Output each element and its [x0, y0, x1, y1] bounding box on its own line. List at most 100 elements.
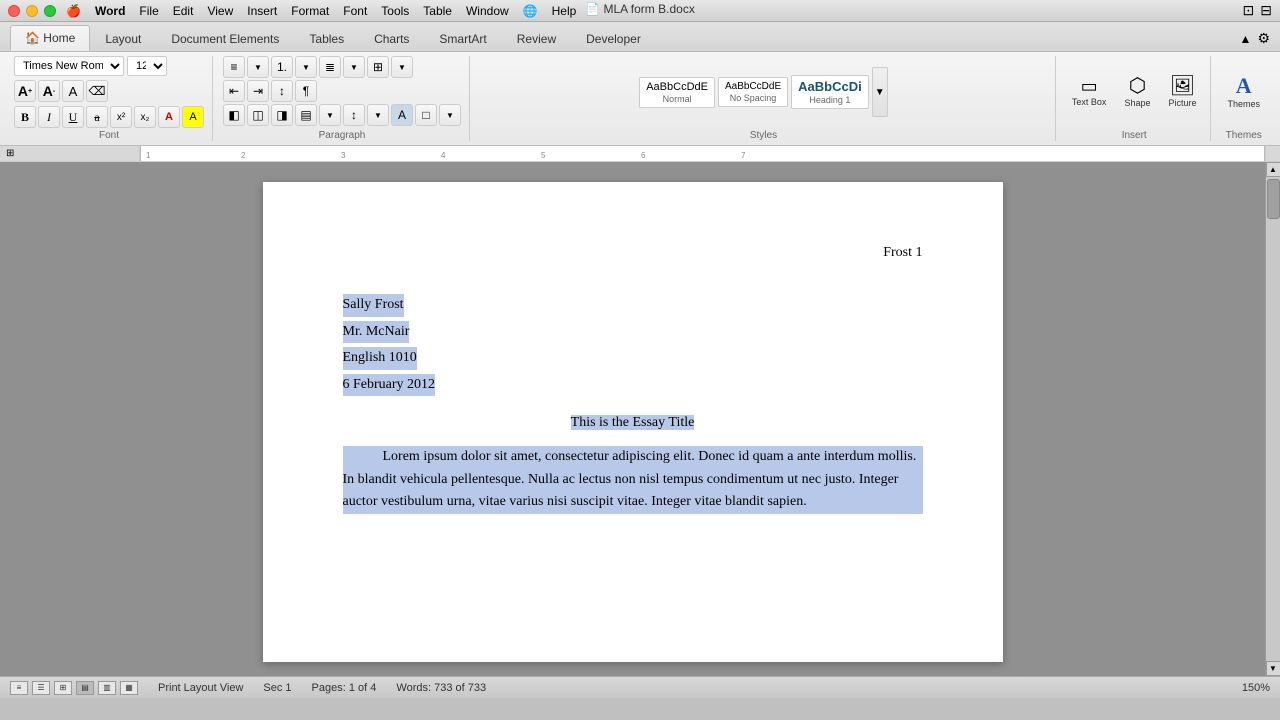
document-scroll[interactable]: Frost 1 Sally Frost Mr. McNair English 1… — [0, 162, 1265, 676]
menu-insert[interactable]: Insert — [247, 4, 277, 18]
styles-section-label: Styles — [750, 130, 777, 141]
border-button[interactable]: □ — [415, 104, 437, 126]
tab-home[interactable]: 🏠 🏠 Home Home — [10, 25, 90, 51]
italic-button[interactable]: I — [38, 106, 60, 128]
menu-globe[interactable]: 🌐 — [523, 4, 538, 18]
multilevel-button[interactable]: ≣ — [319, 56, 341, 78]
bold-button[interactable]: B — [14, 106, 36, 128]
tab-review[interactable]: Review — [502, 26, 571, 51]
font-color-button[interactable]: A — [158, 106, 180, 128]
align-right-button[interactable]: ◨ — [271, 104, 293, 126]
align-center-button[interactable]: ◫ — [247, 104, 269, 126]
screen-icon[interactable]: ⊟ — [1260, 2, 1272, 19]
vertical-scrollbar[interactable]: ▲ ▼ — [1265, 162, 1280, 676]
ribbon-section-font: Times New Roman 12 A+ A- A ⌫ B I U a — [6, 56, 213, 141]
tab-layout[interactable]: Layout — [90, 26, 156, 51]
view-icon-5[interactable]: ▦ — [120, 681, 138, 695]
title-bar: 🍎 Word File Edit View Insert Format Font… — [0, 0, 1280, 22]
highlight-button[interactable]: A — [182, 106, 204, 128]
menu-window[interactable]: Window — [466, 4, 509, 18]
menu-font[interactable]: Font — [343, 4, 367, 18]
subscript-button[interactable]: x₂ — [134, 106, 156, 128]
align-dropdown[interactable]: ▼ — [319, 104, 341, 126]
increase-indent-button[interactable]: ⇥ — [247, 80, 269, 102]
scroll-track[interactable] — [1266, 177, 1280, 661]
view-icon-3-print[interactable]: ▤ — [76, 681, 94, 695]
columns-dropdown[interactable]: ▼ — [391, 56, 413, 78]
themes-button[interactable]: A Themes — [1221, 72, 1266, 112]
sort-button[interactable]: ↕ — [271, 80, 293, 102]
tab-tables[interactable]: Tables — [294, 26, 359, 51]
style-normal[interactable]: AaBbCcDdE Normal — [639, 77, 715, 108]
menu-format[interactable]: Format — [291, 4, 329, 18]
tab-smartart[interactable]: SmartArt — [424, 26, 501, 51]
body-paragraph: Lorem ipsum dolor sit amet, consectetur … — [343, 446, 923, 513]
superscript-button[interactable]: x² — [110, 106, 132, 128]
tab-charts[interactable]: Charts — [359, 26, 424, 51]
fullscreen-icon[interactable]: ⊡ — [1243, 2, 1255, 19]
menu-tools[interactable]: Tools — [381, 4, 409, 18]
ribbon-settings-button[interactable]: ⚙ — [1257, 30, 1270, 47]
decrease-indent-button[interactable]: ⇤ — [223, 80, 245, 102]
status-bar: ≡ ☰ ⊞ ▤ ▥ ▦ Print Layout View Sec 1 Page… — [0, 676, 1280, 698]
justify-button[interactable]: ▤ — [295, 104, 317, 126]
font-section-label: Font — [99, 130, 119, 141]
section-label: Sec 1 — [263, 682, 291, 694]
tab-document-elements[interactable]: Document Elements — [156, 26, 294, 51]
pilcrow-button[interactable]: ¶ — [295, 80, 317, 102]
menu-word[interactable]: Word — [95, 4, 125, 18]
font-theme-button[interactable]: A — [62, 80, 84, 102]
scroll-up-button[interactable]: ▲ — [1266, 162, 1280, 177]
menu-edit[interactable]: Edit — [173, 4, 194, 18]
apple-menu[interactable]: 🍎 — [66, 4, 81, 18]
font-size-dropdown[interactable]: 12 — [127, 56, 167, 76]
text-box-button[interactable]: ▭ Text Box — [1066, 74, 1113, 110]
text-box-label: Text Box — [1072, 97, 1107, 107]
view-icon-1[interactable]: ☰ — [32, 681, 50, 695]
scroll-thumb[interactable] — [1267, 179, 1280, 219]
bullets-dropdown[interactable]: ▼ — [247, 56, 269, 78]
menu-table[interactable]: Table — [423, 4, 452, 18]
multilevel-dropdown[interactable]: ▼ — [343, 56, 365, 78]
essay-title-text: This is the Essay Title — [571, 415, 695, 430]
shading-button[interactable]: A — [391, 104, 413, 126]
maximize-button[interactable] — [44, 5, 56, 17]
font-name-dropdown[interactable]: Times New Roman — [14, 56, 124, 76]
strikethrough-button[interactable]: a — [86, 106, 108, 128]
styles-more-button[interactable]: ▼ — [872, 67, 888, 117]
view-icon-2[interactable]: ⊞ — [54, 681, 72, 695]
menu-file[interactable]: File — [139, 4, 158, 18]
close-button[interactable] — [8, 5, 20, 17]
numbering-button[interactable]: 1. — [271, 56, 293, 78]
columns-button[interactable]: ⊞ — [367, 56, 389, 78]
font-size-adjust-row: A+ A- A ⌫ — [14, 80, 108, 102]
font-controls-top: Times New Roman 12 — [14, 56, 167, 76]
border-dropdown[interactable]: ▼ — [439, 104, 461, 126]
minimize-button[interactable] — [26, 5, 38, 17]
view-icon-0[interactable]: ≡ — [10, 681, 28, 695]
menu-help[interactable]: Help — [552, 4, 577, 18]
numbering-dropdown[interactable]: ▼ — [295, 56, 317, 78]
bullets-button[interactable]: ≡ — [223, 56, 245, 78]
ruler-options-button[interactable]: ⊞ — [6, 148, 14, 159]
style-heading1[interactable]: AaBbCcDi Heading 1 — [791, 75, 869, 109]
style-no-spacing[interactable]: AaBbCcDdE No Spacing — [718, 77, 788, 107]
shape-button[interactable]: ⬡ Shape — [1118, 73, 1156, 111]
view-icon-4[interactable]: ▥ — [98, 681, 116, 695]
picture-button[interactable]: 🖼 Picture — [1162, 73, 1202, 111]
ribbon-section-themes: A Themes Themes — [1213, 56, 1274, 141]
line-spacing-dropdown[interactable]: ▼ — [367, 104, 389, 126]
underline-button[interactable]: U — [62, 106, 84, 128]
increase-font-size-button[interactable]: A+ — [14, 80, 36, 102]
date-line: 6 February 2012 — [343, 374, 436, 396]
align-left-button[interactable]: ◧ — [223, 104, 245, 126]
line-spacing-button[interactable]: ↕ — [343, 104, 365, 126]
tab-developer[interactable]: Developer — [571, 26, 656, 51]
decrease-font-size-button[interactable]: A- — [38, 80, 60, 102]
styles-gallery-content: AaBbCcDdE Normal AaBbCcDdE No Spacing Aa… — [639, 56, 887, 128]
clear-format-button[interactable]: ⌫ — [86, 80, 108, 102]
insert-section-label: Insert — [1122, 130, 1147, 141]
menu-view[interactable]: View — [207, 4, 233, 18]
ribbon-collapse-button[interactable]: ▲ — [1240, 32, 1252, 46]
scroll-down-button[interactable]: ▼ — [1266, 661, 1280, 676]
